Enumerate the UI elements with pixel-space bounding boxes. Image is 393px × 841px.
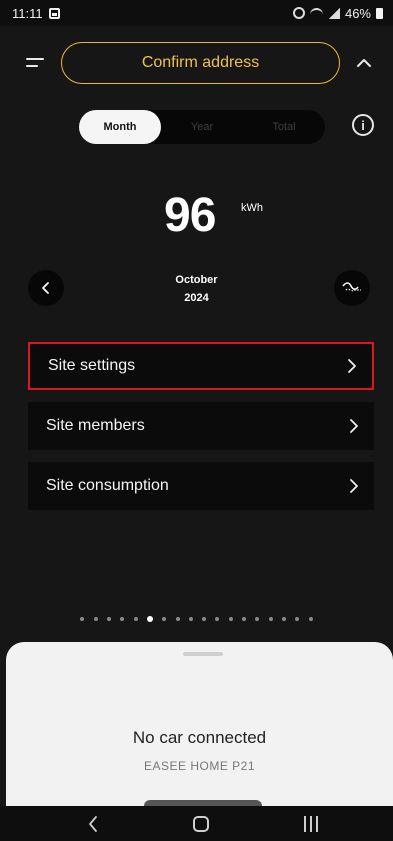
charger-name: EASEE HOME P21 bbox=[143, 759, 256, 773]
info-icon[interactable]: i bbox=[352, 114, 374, 136]
site-consumption-label: Site consumption bbox=[46, 477, 169, 494]
wifi-icon bbox=[309, 7, 323, 19]
tab-month[interactable]: Month bbox=[79, 110, 161, 144]
tab-total-label: Total bbox=[272, 121, 296, 133]
status-time: 11:11 bbox=[12, 5, 43, 21]
energy-value: 96 bbox=[164, 189, 216, 242]
energy-value-block: 96 kWh bbox=[0, 188, 393, 258]
tab-year[interactable]: Year bbox=[161, 110, 243, 144]
tab-year-label: Year bbox=[190, 121, 214, 133]
page-dot[interactable] bbox=[188, 617, 193, 621]
gallery-notification-icon bbox=[48, 7, 60, 19]
page-dot[interactable] bbox=[120, 617, 125, 621]
page-dot[interactable] bbox=[175, 617, 180, 621]
period-segmented-control: Month Year Total bbox=[79, 110, 325, 144]
tab-month-label: Month bbox=[103, 121, 137, 133]
battery-icon bbox=[376, 7, 383, 19]
page-dot[interactable] bbox=[146, 616, 153, 622]
page-indicator[interactable] bbox=[0, 615, 393, 623]
page-dot[interactable] bbox=[228, 617, 233, 621]
page-dot[interactable] bbox=[255, 617, 260, 621]
status-right: 46% bbox=[292, 5, 383, 21]
menu-icon[interactable] bbox=[26, 54, 46, 70]
back-icon[interactable] bbox=[84, 814, 104, 834]
confirm-address-label: Confirm address bbox=[141, 54, 260, 71]
page-dot[interactable] bbox=[281, 617, 286, 621]
recent-apps-icon[interactable] bbox=[302, 816, 320, 832]
chevron-right-icon bbox=[348, 359, 356, 373]
graph-view-button[interactable] bbox=[334, 270, 370, 306]
page-dot[interactable] bbox=[162, 617, 167, 621]
home-icon[interactable] bbox=[193, 816, 209, 832]
confirm-address-button[interactable]: Confirm address bbox=[61, 42, 340, 84]
page-dot[interactable] bbox=[268, 617, 273, 621]
system-nav-bar bbox=[0, 806, 393, 841]
site-members-label: Site members bbox=[46, 417, 145, 434]
charger-bottom-sheet[interactable]: No car connected EASEE HOME P21 bbox=[6, 642, 393, 807]
nfc-icon bbox=[292, 7, 305, 19]
page-dot[interactable] bbox=[107, 617, 112, 621]
page-dot[interactable] bbox=[308, 617, 313, 621]
battery-percent: 46% bbox=[344, 5, 371, 21]
chevron-right-icon bbox=[350, 479, 358, 493]
car-status: No car connected bbox=[132, 728, 267, 747]
site-settings-label: Site settings bbox=[48, 357, 136, 374]
page-dot[interactable] bbox=[202, 617, 207, 621]
page-dot[interactable] bbox=[93, 617, 98, 621]
page-dot[interactable] bbox=[80, 617, 85, 621]
site-settings-item[interactable]: Site settings bbox=[28, 342, 374, 390]
signal-icon bbox=[327, 7, 340, 19]
page-dot[interactable] bbox=[295, 617, 300, 621]
page-dot[interactable] bbox=[133, 617, 138, 621]
page-dot[interactable] bbox=[242, 617, 247, 621]
tab-total[interactable]: Total bbox=[243, 110, 325, 144]
status-bar: 11:11 46% bbox=[0, 0, 393, 26]
app-header: Confirm address bbox=[0, 40, 393, 86]
wave-chart-icon bbox=[342, 282, 361, 292]
site-members-item[interactable]: Site members bbox=[28, 402, 374, 450]
page-dot[interactable] bbox=[215, 617, 220, 621]
chevron-up-icon[interactable] bbox=[355, 54, 373, 72]
sheet-drag-handle[interactable] bbox=[183, 652, 223, 656]
site-consumption-item[interactable]: Site consumption bbox=[28, 462, 374, 510]
status-left: 11:11 bbox=[12, 6, 60, 21]
chevron-right-icon bbox=[350, 419, 358, 433]
energy-unit: kWh bbox=[241, 202, 263, 214]
